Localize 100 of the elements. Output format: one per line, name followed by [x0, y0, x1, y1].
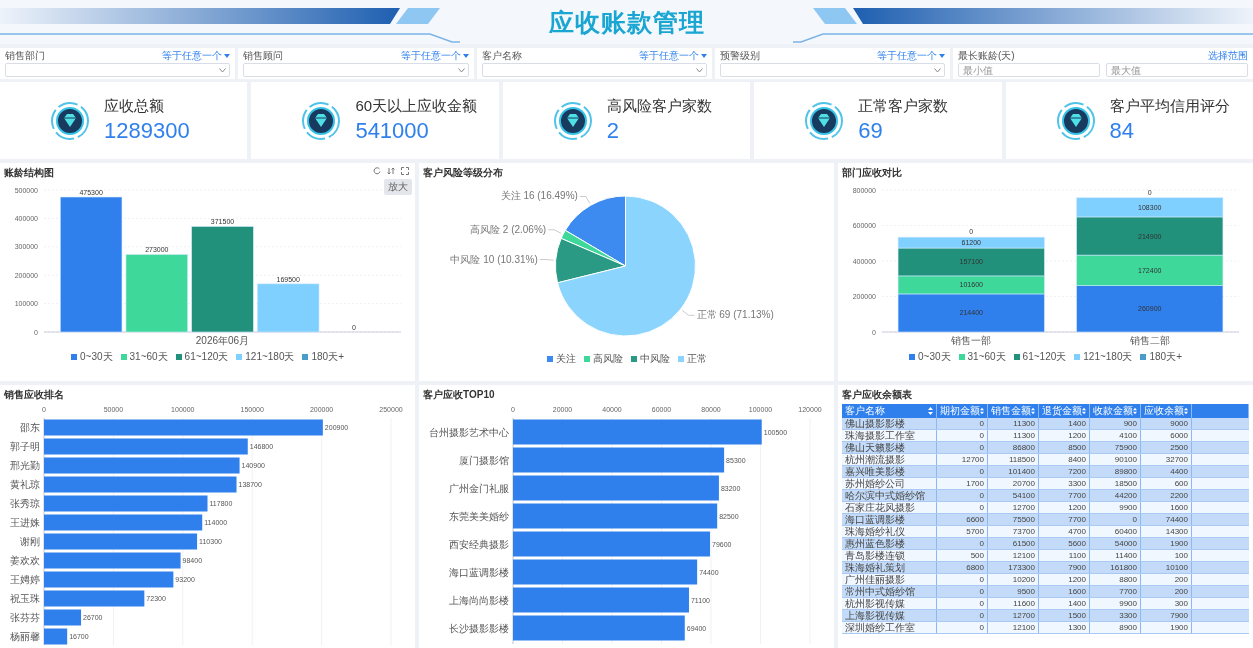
sort-icon[interactable]	[387, 167, 395, 175]
table-cell: 75900	[1089, 441, 1141, 454]
table-cell: 500	[936, 549, 988, 562]
legend-label[interactable]: 180天+	[1149, 350, 1182, 364]
kpi-value: 1289300	[104, 118, 190, 144]
bar	[44, 609, 82, 626]
sort-icon[interactable]	[1031, 407, 1035, 415]
legend-label[interactable]: 0~30天	[918, 350, 951, 364]
filter-operator-link[interactable]: 等于任意一个	[877, 50, 945, 62]
caret-icon	[224, 54, 231, 58]
table-cell: 12100	[987, 621, 1039, 634]
legend-label[interactable]: 31~60天	[967, 350, 1006, 364]
column-header[interactable]: 应收余额	[1140, 404, 1192, 418]
table-cell: 9900	[1089, 501, 1141, 514]
filter-label: 客户名称	[481, 50, 522, 62]
legend-label[interactable]: 0~30天	[80, 350, 113, 364]
table-cell: 1600	[1140, 501, 1192, 514]
table-cell: 900	[1089, 418, 1141, 430]
legend-label[interactable]: 中风险	[639, 352, 670, 366]
axis-category-label: 2026年06月	[195, 335, 250, 346]
axis-category-label: 销售二部	[1129, 335, 1170, 346]
table-cell: 161800	[1089, 561, 1141, 574]
range-max-input[interactable]: 最大值	[1106, 63, 1248, 77]
diamond-badge-icon	[301, 100, 342, 141]
table-cell: 2200	[1140, 489, 1192, 502]
leader-line	[539, 259, 555, 261]
axis-category-label: 姜欢欢	[10, 555, 40, 566]
legend-label[interactable]: 31~60天	[129, 350, 168, 364]
table-cell: 珠海婚礼策划	[842, 561, 937, 574]
table-cell: 5700	[936, 525, 988, 538]
column-header[interactable]: 期初金额	[936, 404, 988, 418]
table-cell: 54000	[1089, 537, 1141, 550]
sort-icon[interactable]	[1082, 407, 1086, 415]
table-cell: 89800	[1089, 465, 1141, 478]
table-cell: 1200	[1038, 429, 1090, 442]
column-header[interactable]: 收款金额	[1089, 404, 1141, 418]
legend-label[interactable]: 61~120天	[1022, 350, 1067, 364]
panel-title: 客户应收余额表	[842, 388, 912, 402]
legend-label[interactable]: 61~120天	[184, 350, 229, 364]
table-cell: 10100	[1140, 561, 1192, 574]
table-cell: 600	[1140, 477, 1192, 490]
column-header[interactable]: 销售金额	[987, 404, 1039, 418]
diamond-badge-icon	[552, 100, 593, 141]
axis-category-label: 张芬芬	[10, 612, 40, 623]
legend-label[interactable]: 121~180天	[1083, 350, 1133, 364]
axis-category-label: 销售一部	[951, 335, 992, 346]
table-cell: 杭州影视传媒	[842, 597, 937, 610]
table-cell: 6600	[936, 513, 988, 526]
axis-category-label: 西安经典摄影	[449, 538, 509, 550]
filter-operator-link[interactable]: 等于任意一个	[400, 50, 469, 62]
axis-category-label: 台州摄影艺术中心	[429, 426, 509, 438]
table-cell: 上海影视传媒	[842, 609, 937, 622]
range-min-input[interactable]: 最小值	[958, 63, 1100, 77]
legend-label[interactable]: 180天+	[311, 350, 344, 364]
chevron-down-icon	[219, 67, 227, 73]
sort-icon[interactable]	[980, 407, 984, 415]
sort-icon[interactable]	[1133, 407, 1137, 415]
table-cell: 173300	[987, 561, 1039, 574]
sort-icon[interactable]	[1184, 407, 1188, 415]
axis-category-label: 上海尚尚影楼	[449, 594, 509, 606]
refresh-icon[interactable]	[373, 167, 381, 175]
table-cell: 1400	[1038, 418, 1090, 430]
table-cell: 7700	[1038, 489, 1090, 502]
column-header[interactable]: 退货金额	[1038, 404, 1090, 418]
table-cell: 11300	[987, 418, 1039, 430]
table-cell: 9500	[987, 585, 1039, 598]
diamond-badge-icon	[1055, 100, 1096, 141]
table-cell: 1300	[1038, 621, 1090, 634]
table-cell: 广州佳丽摄影	[842, 573, 937, 586]
fullscreen-icon[interactable]	[401, 167, 409, 175]
axis-category-label: 王娉婷	[10, 574, 40, 585]
legend-label[interactable]: 121~180天	[245, 350, 295, 364]
table-cell: 4700	[1038, 525, 1090, 538]
leader-line	[579, 196, 591, 204]
table-cell: 11600	[987, 597, 1039, 610]
sort-icon[interactable]	[928, 407, 933, 415]
column-header[interactable]: 客户名称	[842, 404, 937, 418]
axis-category-label: 厦门摄影馆	[459, 454, 509, 466]
tooltip: 放大	[384, 179, 412, 195]
table-cell: 青岛影楼连锁	[842, 549, 937, 562]
table-cell: 14300	[1140, 525, 1192, 538]
table-cell: 海口蓝调影楼	[842, 513, 937, 526]
filter-operator-link[interactable]: 选择范围	[1208, 50, 1248, 62]
filter-operator-link[interactable]: 等于任意一个	[162, 50, 231, 62]
table-cell: 90100	[1089, 453, 1141, 466]
table-cell: 珠海婚纱礼仪	[842, 525, 937, 538]
legend-label[interactable]: 关注	[555, 352, 576, 366]
table-cell: 60400	[1089, 525, 1141, 538]
axis-category-label: 郭子明	[10, 441, 40, 452]
legend-label[interactable]: 正常	[686, 352, 707, 366]
filter-operator-link[interactable]: 等于任意一个	[638, 50, 707, 62]
panel-title: 账龄结构图	[4, 166, 54, 180]
slice-label: 关注 16 (16.49%)	[500, 190, 578, 202]
axis-category-label: 长沙摄影影楼	[449, 622, 509, 634]
legend-label[interactable]: 高风险	[592, 352, 623, 366]
table-cell: 74400	[1140, 513, 1192, 526]
table-cell: 1600	[1038, 585, 1090, 598]
table-cell: 1200	[1038, 501, 1090, 514]
table-cell: 0	[936, 429, 988, 442]
diamond-badge-icon	[804, 100, 845, 141]
